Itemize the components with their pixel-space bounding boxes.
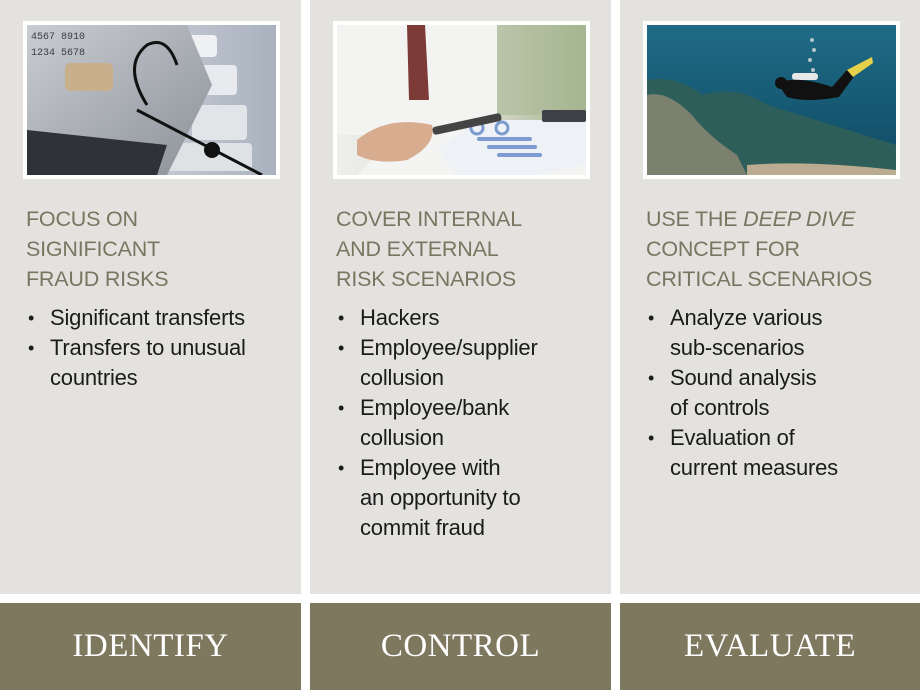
bullet-icon: •: [338, 398, 345, 418]
heading-emphasis: DEEP DIVE: [743, 207, 856, 231]
heading-line: FRAUD RISKS: [26, 267, 169, 291]
bullet-icon: •: [648, 368, 655, 388]
bullet-icon: •: [648, 308, 655, 328]
card: COVER INTERNAL AND EXTERNAL RISK SCENARI…: [310, 0, 611, 594]
heading-line: COVER INTERNAL: [336, 207, 522, 231]
bullet-text: Evaluation of: [670, 425, 795, 450]
heading-line: RISK SCENARIOS: [336, 267, 516, 291]
column-heading: COVER INTERNAL AND EXTERNAL RISK SCENARI…: [336, 204, 606, 294]
bullet-text: of controls: [670, 395, 770, 420]
stage-label: EVALUATE: [683, 628, 857, 664]
bullet-text: commit fraud: [360, 515, 485, 540]
bullet-item: • Employee with an opportunity to commit…: [336, 453, 611, 543]
bullet-item: • Employee/supplier collusion: [336, 333, 611, 393]
heading-line: CONCEPT FOR: [646, 237, 800, 261]
scuba-diver-image: [647, 25, 896, 175]
bullet-icon: •: [648, 428, 655, 448]
bullet-icon: •: [28, 338, 35, 358]
bullet-text: Analyze various: [670, 305, 823, 330]
credit-card-hook-image: 4567 8910 1234 5678: [27, 25, 276, 175]
heading-text: USE THE: [646, 207, 744, 231]
stage-label-control: CONTROL: [310, 603, 611, 690]
bullet-list: • Hackers • Employee/supplier collusion …: [336, 303, 611, 543]
svg-text:1234 5678: 1234 5678: [31, 48, 85, 59]
bullet-item: • Evaluation of current measures: [646, 423, 920, 483]
bullet-text: Hackers: [360, 305, 440, 330]
heading-line: AND EXTERNAL: [336, 237, 499, 261]
bullet-text: Sound analysis: [670, 365, 817, 390]
stage-label: IDENTIFY: [72, 628, 229, 664]
bullet-item: • Sound analysis of controls: [646, 363, 920, 423]
bullet-text: Transfers to unusual: [50, 335, 246, 360]
bullet-icon: •: [338, 308, 345, 328]
photo-scuba-diver: [643, 21, 900, 179]
photo-magnifier-report: [333, 21, 590, 179]
stage-label: CONTROL: [380, 628, 541, 664]
heading-line: SIGNIFICANT: [26, 237, 160, 261]
svg-text:4567 8910: 4567 8910: [31, 32, 85, 43]
bullet-item: • Significant transferts: [26, 303, 301, 333]
bullet-text: Significant transferts: [50, 305, 245, 330]
column-control: COVER INTERNAL AND EXTERNAL RISK SCENARI…: [310, 0, 611, 692]
bullet-text: collusion: [360, 365, 444, 390]
stage-label-evaluate: EVALUATE: [620, 603, 920, 690]
bullet-icon: •: [338, 458, 345, 478]
bullet-text: an opportunity to: [360, 485, 521, 510]
heading-line: FOCUS ON: [26, 207, 138, 231]
bullet-text: sub-scenarios: [670, 335, 805, 360]
heading-line: CRITICAL SCENARIOS: [646, 267, 873, 291]
bullet-icon: •: [338, 338, 345, 358]
bullet-text: collusion: [360, 425, 444, 450]
bullet-text: current measures: [670, 455, 838, 480]
column-evaluate: USE THE DEEP DIVE CONCEPT FOR CRITICAL S…: [620, 0, 920, 692]
bullet-list: • Significant transferts • Transfers to …: [26, 303, 301, 393]
card: 4567 8910 1234 5678 FOCUS ON SIGNIFICANT…: [0, 0, 301, 594]
bullet-item: • Hackers: [336, 303, 611, 333]
photo-credit-card-hook: 4567 8910 1234 5678: [23, 21, 280, 179]
bullet-text: Employee with: [360, 455, 501, 480]
bullet-list: • Analyze various sub-scenarios • Sound …: [646, 303, 920, 483]
bullet-text: Employee/bank: [360, 395, 510, 420]
heading-line: USE THE DEEP DIVE: [646, 204, 916, 234]
bullet-item: • Transfers to unusual countries: [26, 333, 301, 393]
card: USE THE DEEP DIVE CONCEPT FOR CRITICAL S…: [620, 0, 920, 594]
column-heading: FOCUS ON SIGNIFICANT FRAUD RISKS: [26, 204, 296, 294]
column-heading: USE THE DEEP DIVE CONCEPT FOR CRITICAL S…: [646, 204, 916, 294]
stage-label-identify: IDENTIFY: [0, 603, 301, 690]
magnifying-glass-report-image: [337, 25, 586, 175]
bullet-item: • Employee/bank collusion: [336, 393, 611, 453]
bullet-text: Employee/supplier: [360, 335, 538, 360]
bullet-icon: •: [28, 308, 35, 328]
bullet-text: countries: [50, 365, 138, 390]
column-identify: 4567 8910 1234 5678 FOCUS ON SIGNIFICANT…: [0, 0, 301, 692]
bullet-item: • Analyze various sub-scenarios: [646, 303, 920, 363]
